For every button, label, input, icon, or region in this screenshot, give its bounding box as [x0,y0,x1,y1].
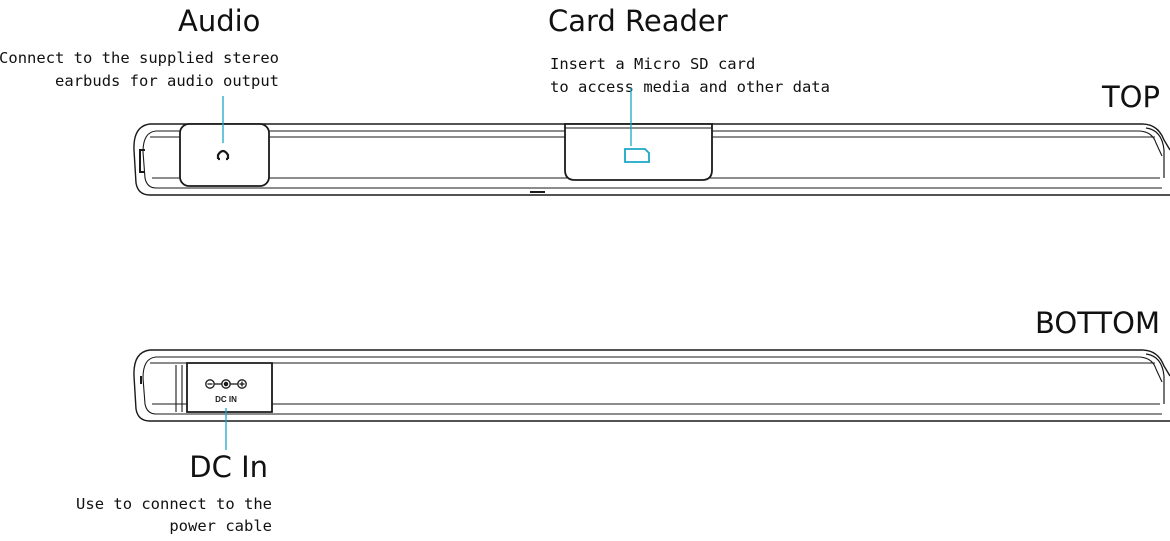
device-diagram: DC IN [133,88,1170,450]
polarity-symbol-icon [205,379,247,389]
card-reader-port [564,123,713,181]
card-reader-door [564,123,713,181]
dc-in-door [186,362,273,413]
audio-port-door [179,123,270,187]
bottom-edge-inner-outline [142,356,1163,415]
audio-port [179,123,270,187]
polarity-center-dot [223,381,229,387]
dc-in-port-label: DC IN [215,395,237,404]
bottom-edge-outline [133,349,1170,422]
dc-in-port: DC IN [186,362,273,413]
device-bottom-edge [133,349,1170,422]
